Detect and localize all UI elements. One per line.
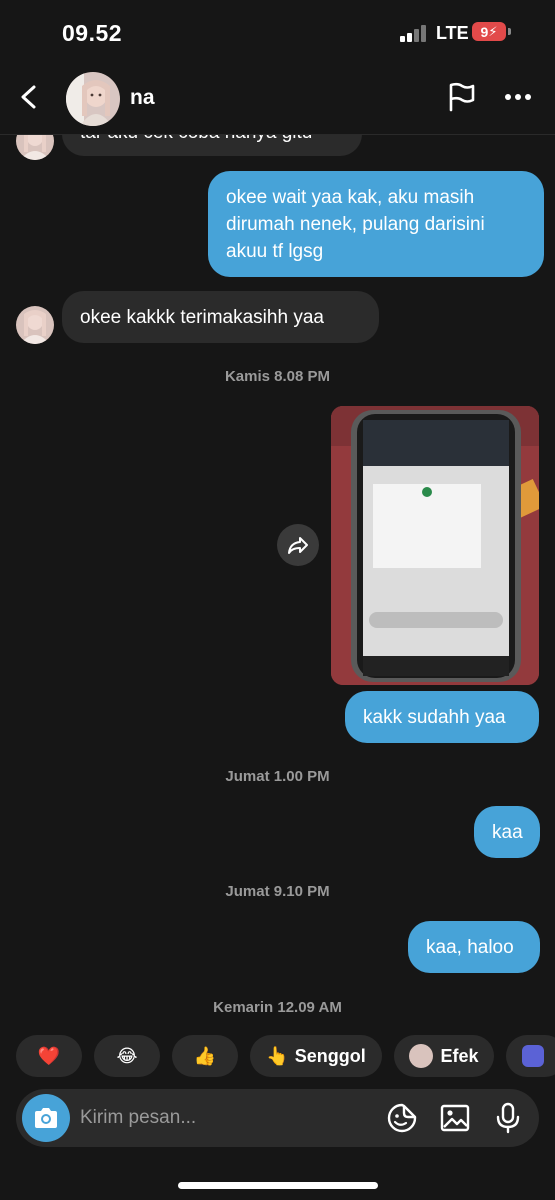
more-options-button[interactable] xyxy=(500,80,536,114)
image-icon xyxy=(440,1104,470,1132)
timestamp: Kemarin 12.09 AM xyxy=(213,999,342,1016)
status-time: 09.52 xyxy=(62,20,123,46)
timestamp: Jumat 1.00 PM xyxy=(225,768,330,785)
more-icon xyxy=(505,94,531,100)
report-button[interactable] xyxy=(444,80,478,114)
avatar[interactable] xyxy=(16,306,54,344)
chat-thread[interactable]: tar aku cek coba hanya gitu okee wait ya… xyxy=(0,66,555,1026)
home-indicator[interactable] xyxy=(178,1182,378,1189)
timestamp: Jumat 9.10 PM xyxy=(225,883,330,900)
pointing-hand-icon: 👆 xyxy=(266,1045,289,1066)
gallery-button[interactable] xyxy=(438,1101,472,1135)
image-attachment[interactable] xyxy=(331,406,539,685)
laugh-icon: 😂 xyxy=(116,1045,138,1066)
voice-button[interactable] xyxy=(491,1101,525,1135)
battery-level: 9 xyxy=(480,23,489,40)
microphone-icon xyxy=(496,1102,520,1134)
nudge-label: Senggol xyxy=(294,1045,366,1066)
camera-icon xyxy=(35,1108,57,1128)
sticker-icon xyxy=(387,1103,417,1133)
message-outgoing[interactable]: kaa xyxy=(474,806,540,858)
battery-icon: 9 ⚡ xyxy=(472,22,506,41)
swap-icon xyxy=(522,1045,544,1067)
message-outgoing[interactable]: okee wait yaa kak, aku masih dirumah nen… xyxy=(208,171,544,277)
contact-name[interactable]: na xyxy=(130,86,155,110)
laugh-reaction-button[interactable]: 😂 xyxy=(94,1035,160,1077)
battery-tip xyxy=(508,28,511,35)
camera-button[interactable] xyxy=(22,1094,70,1142)
signal-icon xyxy=(400,25,430,42)
contact-avatar[interactable] xyxy=(66,72,120,126)
quick-reply-bar: ❤️ 😂 👍 👆 Senggol Efek xyxy=(0,1035,555,1079)
more-chip-button[interactable] xyxy=(506,1035,555,1077)
share-icon xyxy=(288,537,308,554)
status-bar: 09.52 LTE 9 ⚡ xyxy=(0,0,555,66)
message-outgoing[interactable]: kaa, haloo xyxy=(408,921,540,973)
message-composer: Kirim pesan... xyxy=(16,1089,539,1147)
network-label: LTE xyxy=(436,23,469,43)
effect-button[interactable]: Efek xyxy=(394,1035,494,1077)
sticker-button[interactable] xyxy=(385,1101,419,1135)
thumbs-up-reaction-button[interactable]: 👍 xyxy=(172,1035,238,1077)
thumbs-up-icon: 👍 xyxy=(193,1045,217,1066)
effect-avatar-icon xyxy=(409,1044,434,1068)
chat-header: na xyxy=(0,66,555,135)
nudge-button[interactable]: 👆 Senggol xyxy=(250,1035,382,1077)
timestamp: Kamis 8.08 PM xyxy=(224,368,331,385)
back-button[interactable] xyxy=(12,80,46,114)
message-incoming[interactable]: okee kakkk terimakasihh yaa xyxy=(62,291,379,343)
share-button[interactable] xyxy=(277,524,319,566)
flag-icon xyxy=(449,82,475,112)
message-outgoing[interactable]: kakk sudahh yaa xyxy=(345,691,539,743)
heart-reaction-button[interactable]: ❤️ xyxy=(16,1035,82,1077)
message-input[interactable]: Kirim pesan... xyxy=(80,1107,196,1129)
chevron-left-icon xyxy=(21,85,36,109)
effect-label: Efek xyxy=(440,1045,479,1066)
heart-icon: ❤️ xyxy=(37,1045,61,1066)
